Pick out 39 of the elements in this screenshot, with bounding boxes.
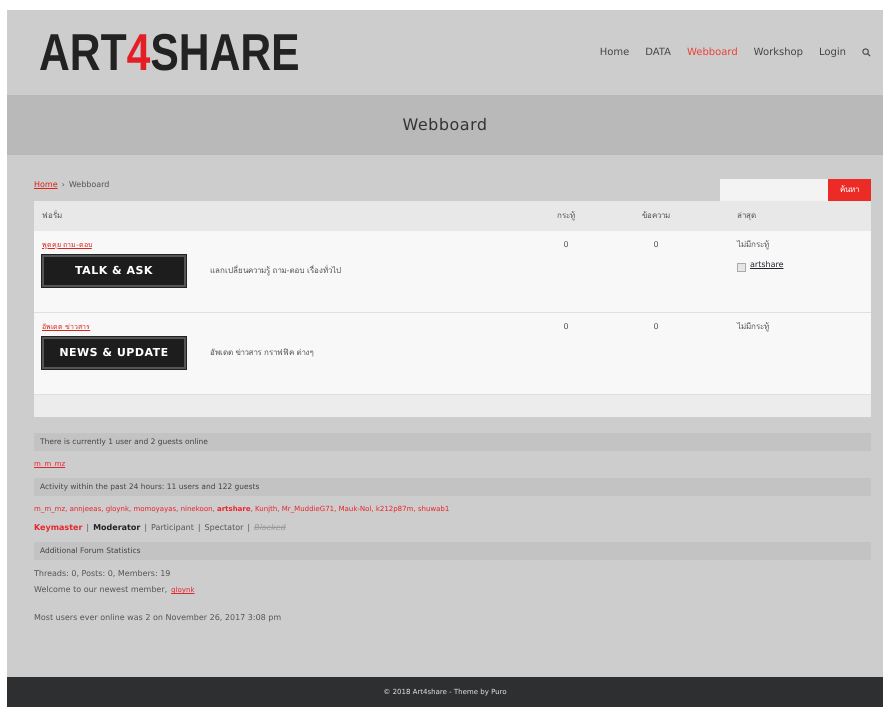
column-header: ข้อความ	[642, 211, 670, 220]
column-header: ล่าสุด	[737, 211, 756, 220]
breadcrumb-current: Webboard	[68, 180, 110, 189]
role-separator: |	[247, 522, 250, 534]
search-field[interactable]	[720, 179, 828, 201]
forum-banner[interactable]: NEWS & UPDATE	[42, 337, 186, 369]
nav-link[interactable]: DATA	[645, 45, 671, 60]
welcome-text: Welcome to our newest member,	[34, 585, 168, 594]
forum-description: แลกเปลี่ยนความรู้ ถาม-ตอบ เรื่องทั่วไป	[210, 265, 341, 277]
role-separator: |	[86, 522, 90, 534]
breadcrumb-separator: ›	[62, 180, 65, 189]
column-header: ฟอรั่ม	[42, 211, 62, 220]
latest-text: ไม่มีกระทู้	[737, 239, 770, 251]
post-count: 0	[653, 240, 659, 249]
role-separator: |	[144, 522, 148, 534]
search-icon[interactable]	[862, 48, 871, 57]
forum-banner[interactable]: TALK & ASK	[42, 255, 186, 287]
role-label: Spectator	[204, 522, 244, 534]
nav-link[interactable]: Workshop	[754, 45, 804, 60]
topic-count: 0	[563, 240, 569, 249]
search-button[interactable]: ค้นหา	[828, 179, 871, 201]
post-count: 0	[653, 322, 659, 331]
user-link[interactable]: artshare	[750, 259, 784, 271]
page-title: Webboard	[402, 114, 488, 136]
column-header: กระทู้	[557, 211, 575, 220]
role-label: Participant	[151, 522, 194, 534]
role-label: Keymaster	[34, 522, 82, 534]
avatar-icon	[737, 263, 746, 272]
forum-counts: Threads: 0, Posts: 0, Members: 19	[34, 568, 172, 580]
site-logo[interactable]: ART4SHARE	[39, 26, 300, 78]
topic-count: 0	[563, 322, 569, 331]
role-separator: |	[198, 522, 201, 534]
role-label: Moderator	[93, 522, 140, 534]
record-text: Most users ever online was 2 on November 26, 2017 3:08 pm	[34, 612, 282, 624]
latest-text: ไม่มีกระทู้	[737, 321, 770, 333]
breadcrumb-link[interactable]: Home	[34, 180, 58, 189]
nav-link[interactable]: Login	[819, 45, 846, 60]
forum-description: อัพเดต ข่าวสาร กราฟฟิค ต่างๆ	[210, 347, 314, 359]
nav-link[interactable]: Home	[600, 45, 630, 60]
